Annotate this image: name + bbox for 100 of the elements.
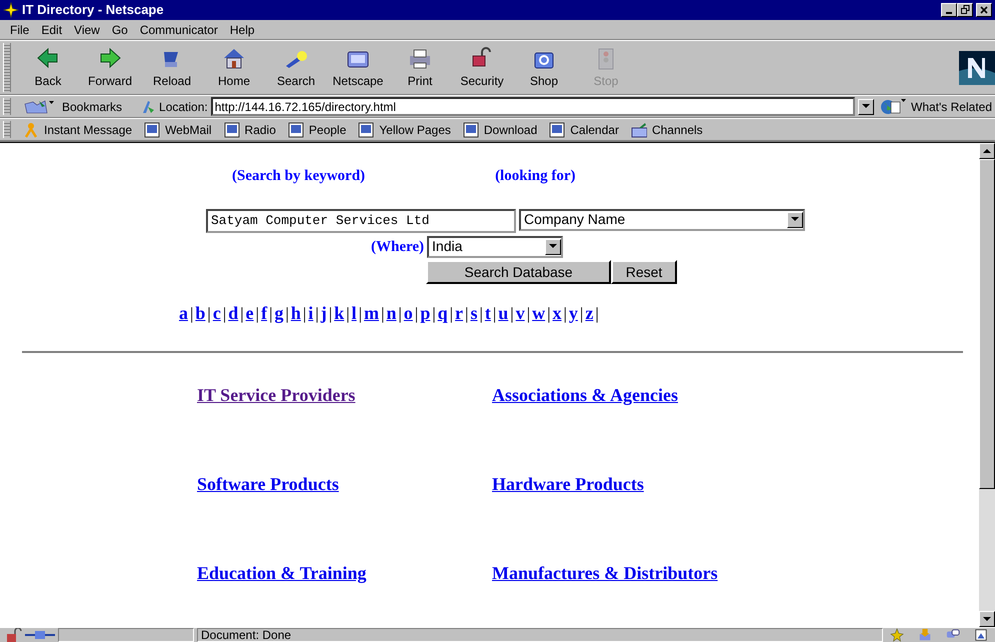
separator: | [510, 303, 514, 325]
category-link[interactable]: Hardware Products [492, 474, 644, 494]
letter-link[interactable]: y [568, 300, 578, 327]
bookmark-button[interactable]: People [288, 120, 346, 138]
bookmark-button[interactable]: Yellow Pages [358, 120, 451, 138]
bookmark-button[interactable]: WebMail [144, 120, 212, 138]
menu-item[interactable]: View [68, 20, 106, 38]
bookmark-button[interactable]: Calendar [549, 120, 619, 138]
navigator-icon[interactable] [889, 628, 905, 642]
toolbar-grip[interactable] [3, 98, 11, 115]
category-link[interactable]: Education & Training [197, 563, 366, 583]
location-label: Location: [159, 98, 208, 116]
letter-link[interactable]: d [228, 300, 238, 327]
letter-link[interactable]: i [308, 300, 314, 327]
separator: | [256, 303, 260, 325]
toolbar-button[interactable]: Forward [79, 46, 141, 90]
where-select[interactable]: India [427, 236, 564, 258]
close-button[interactable] [976, 3, 992, 17]
url-field[interactable]: http://144.16.72.165/directory.html [210, 97, 855, 116]
toolbar-button[interactable]: Netscape [327, 46, 389, 90]
letter-link[interactable]: q [438, 300, 448, 327]
separator: | [285, 303, 289, 325]
toolbar-button[interactable]: Back [17, 46, 79, 90]
minimize-icon [946, 12, 952, 14]
search-database-button[interactable]: Search Database [426, 260, 611, 284]
bookmarks-icon [23, 98, 57, 114]
letter-link[interactable]: h [290, 300, 301, 327]
letter-link[interactable]: z [585, 300, 594, 327]
toolbar-button[interactable]: Security [451, 46, 513, 90]
plug-icon [25, 628, 55, 642]
toolbar-grip[interactable] [3, 121, 11, 138]
letter-link[interactable]: e [246, 300, 254, 327]
reset-button[interactable]: Reset [611, 260, 677, 284]
separator: | [207, 303, 211, 325]
toolbar-button[interactable]: Home [203, 46, 265, 90]
menu-item[interactable]: Help [224, 20, 261, 38]
letter-link[interactable]: s [470, 300, 478, 327]
letter-link[interactable]: k [334, 300, 344, 327]
letter-link[interactable]: f [261, 300, 268, 327]
menu-item[interactable]: File [4, 20, 36, 38]
caret-down-icon [791, 217, 799, 222]
letter-link[interactable]: w [532, 300, 546, 327]
caret-up-icon [983, 148, 991, 154]
separator: | [450, 303, 454, 325]
location-icon [140, 98, 156, 114]
dropdown-button[interactable] [858, 98, 874, 114]
category-link[interactable]: IT Service Providers [197, 385, 356, 405]
looking-for-heading: (looking for) [495, 167, 576, 186]
bookmark-button[interactable]: Radio [224, 120, 276, 138]
bookmarks-button[interactable]: Bookmarks [23, 98, 122, 116]
letter-link[interactable]: m [364, 300, 379, 327]
bookmark-page-icon [288, 122, 304, 138]
category-link[interactable]: Associations & Agencies [492, 385, 678, 405]
separator: | [432, 303, 436, 325]
toolbar-button[interactable]: Reload [141, 46, 203, 90]
separator: | [595, 303, 599, 325]
menu-item[interactable]: Communicator [134, 20, 224, 38]
netscape-logo [959, 50, 995, 84]
toolbar-button[interactable]: Shop [513, 46, 575, 90]
bookmark-button[interactable]: Download [462, 120, 538, 138]
letter-link[interactable]: j [320, 300, 327, 327]
menu-item[interactable]: Edit [35, 20, 68, 38]
separator: | [346, 303, 350, 325]
letter-link[interactable]: u [498, 300, 508, 327]
letter-link[interactable]: a [179, 300, 188, 327]
letter-link[interactable]: t [484, 300, 491, 327]
separator: | [564, 303, 567, 325]
category-link[interactable]: Software Products [197, 474, 339, 494]
letter-link[interactable]: x [552, 300, 562, 327]
separator: | [479, 303, 483, 325]
bookmark-button[interactable]: Channels [630, 120, 703, 138]
separator: | [302, 303, 306, 325]
scrollbar[interactable] [979, 143, 995, 627]
toolbar-grip[interactable] [3, 43, 11, 92]
whats-related-button[interactable]: What's Related [880, 98, 992, 116]
search-by-keyword-heading: (Search by keyword) [232, 167, 366, 186]
letter-link[interactable]: o [404, 300, 413, 327]
letter-link[interactable]: g [274, 300, 284, 327]
separator: | [269, 303, 272, 325]
toolbar-button[interactable]: Print [389, 46, 451, 90]
restore-button[interactable] [957, 3, 973, 17]
letter-link[interactable]: p [420, 300, 430, 327]
toolbar-button[interactable]: Search [265, 46, 327, 90]
keyword-field[interactable]: Satyam Computer Services Ltd [206, 208, 516, 232]
where-label: (Where) [371, 238, 424, 256]
letter-link[interactable]: c [212, 300, 221, 327]
minimize-button[interactable] [941, 3, 957, 17]
composer-icon[interactable] [973, 628, 989, 642]
separator: | [547, 303, 551, 325]
letter-link[interactable]: r [455, 300, 464, 327]
menu-item[interactable]: Go [106, 20, 134, 38]
separator: | [315, 303, 319, 325]
letter-link[interactable]: b [195, 300, 206, 327]
letter-link[interactable]: v [516, 300, 525, 327]
bookmark-button[interactable]: Instant Message [23, 120, 132, 138]
category-link[interactable]: Manufactures & Distributors [492, 563, 718, 583]
letter-link[interactable]: l [352, 300, 357, 327]
letter-link[interactable]: n [386, 300, 396, 327]
app-icon [3, 2, 19, 18]
looking-for-select[interactable]: Company Name [519, 208, 805, 230]
